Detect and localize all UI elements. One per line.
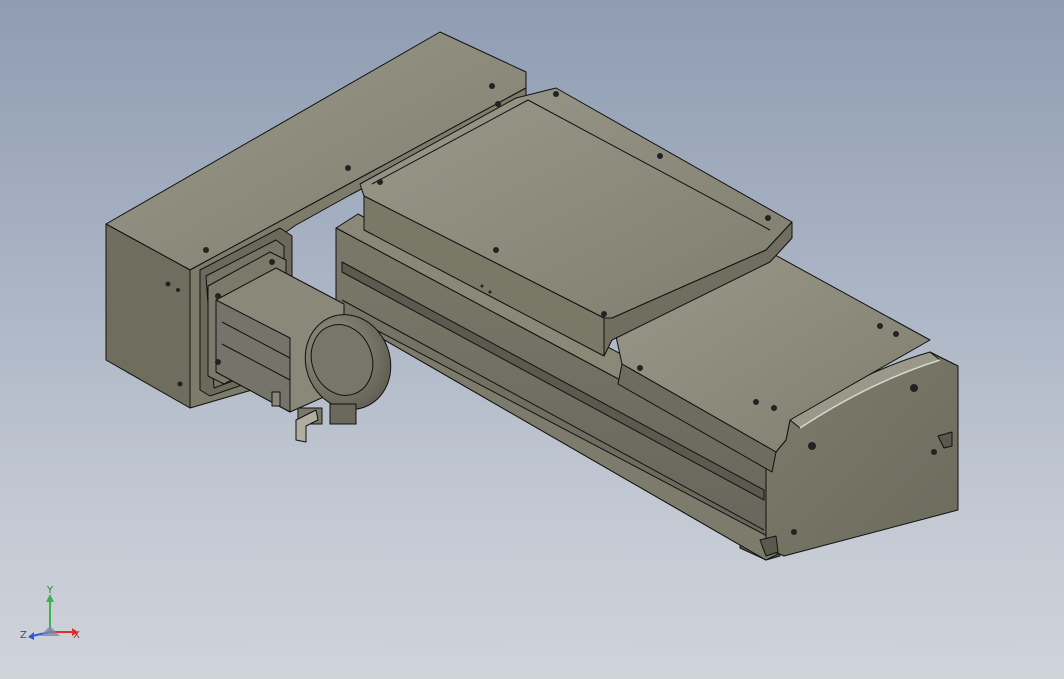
axis-y-label: Y	[47, 585, 54, 596]
cad-graphics-viewport[interactable]: Y X Z	[0, 0, 1064, 679]
axis-x-label: X	[73, 630, 80, 641]
model-view[interactable]	[0, 0, 1064, 679]
axis-z-label: Z	[20, 630, 27, 641]
coordinate-triad: Y X Z	[18, 586, 88, 650]
